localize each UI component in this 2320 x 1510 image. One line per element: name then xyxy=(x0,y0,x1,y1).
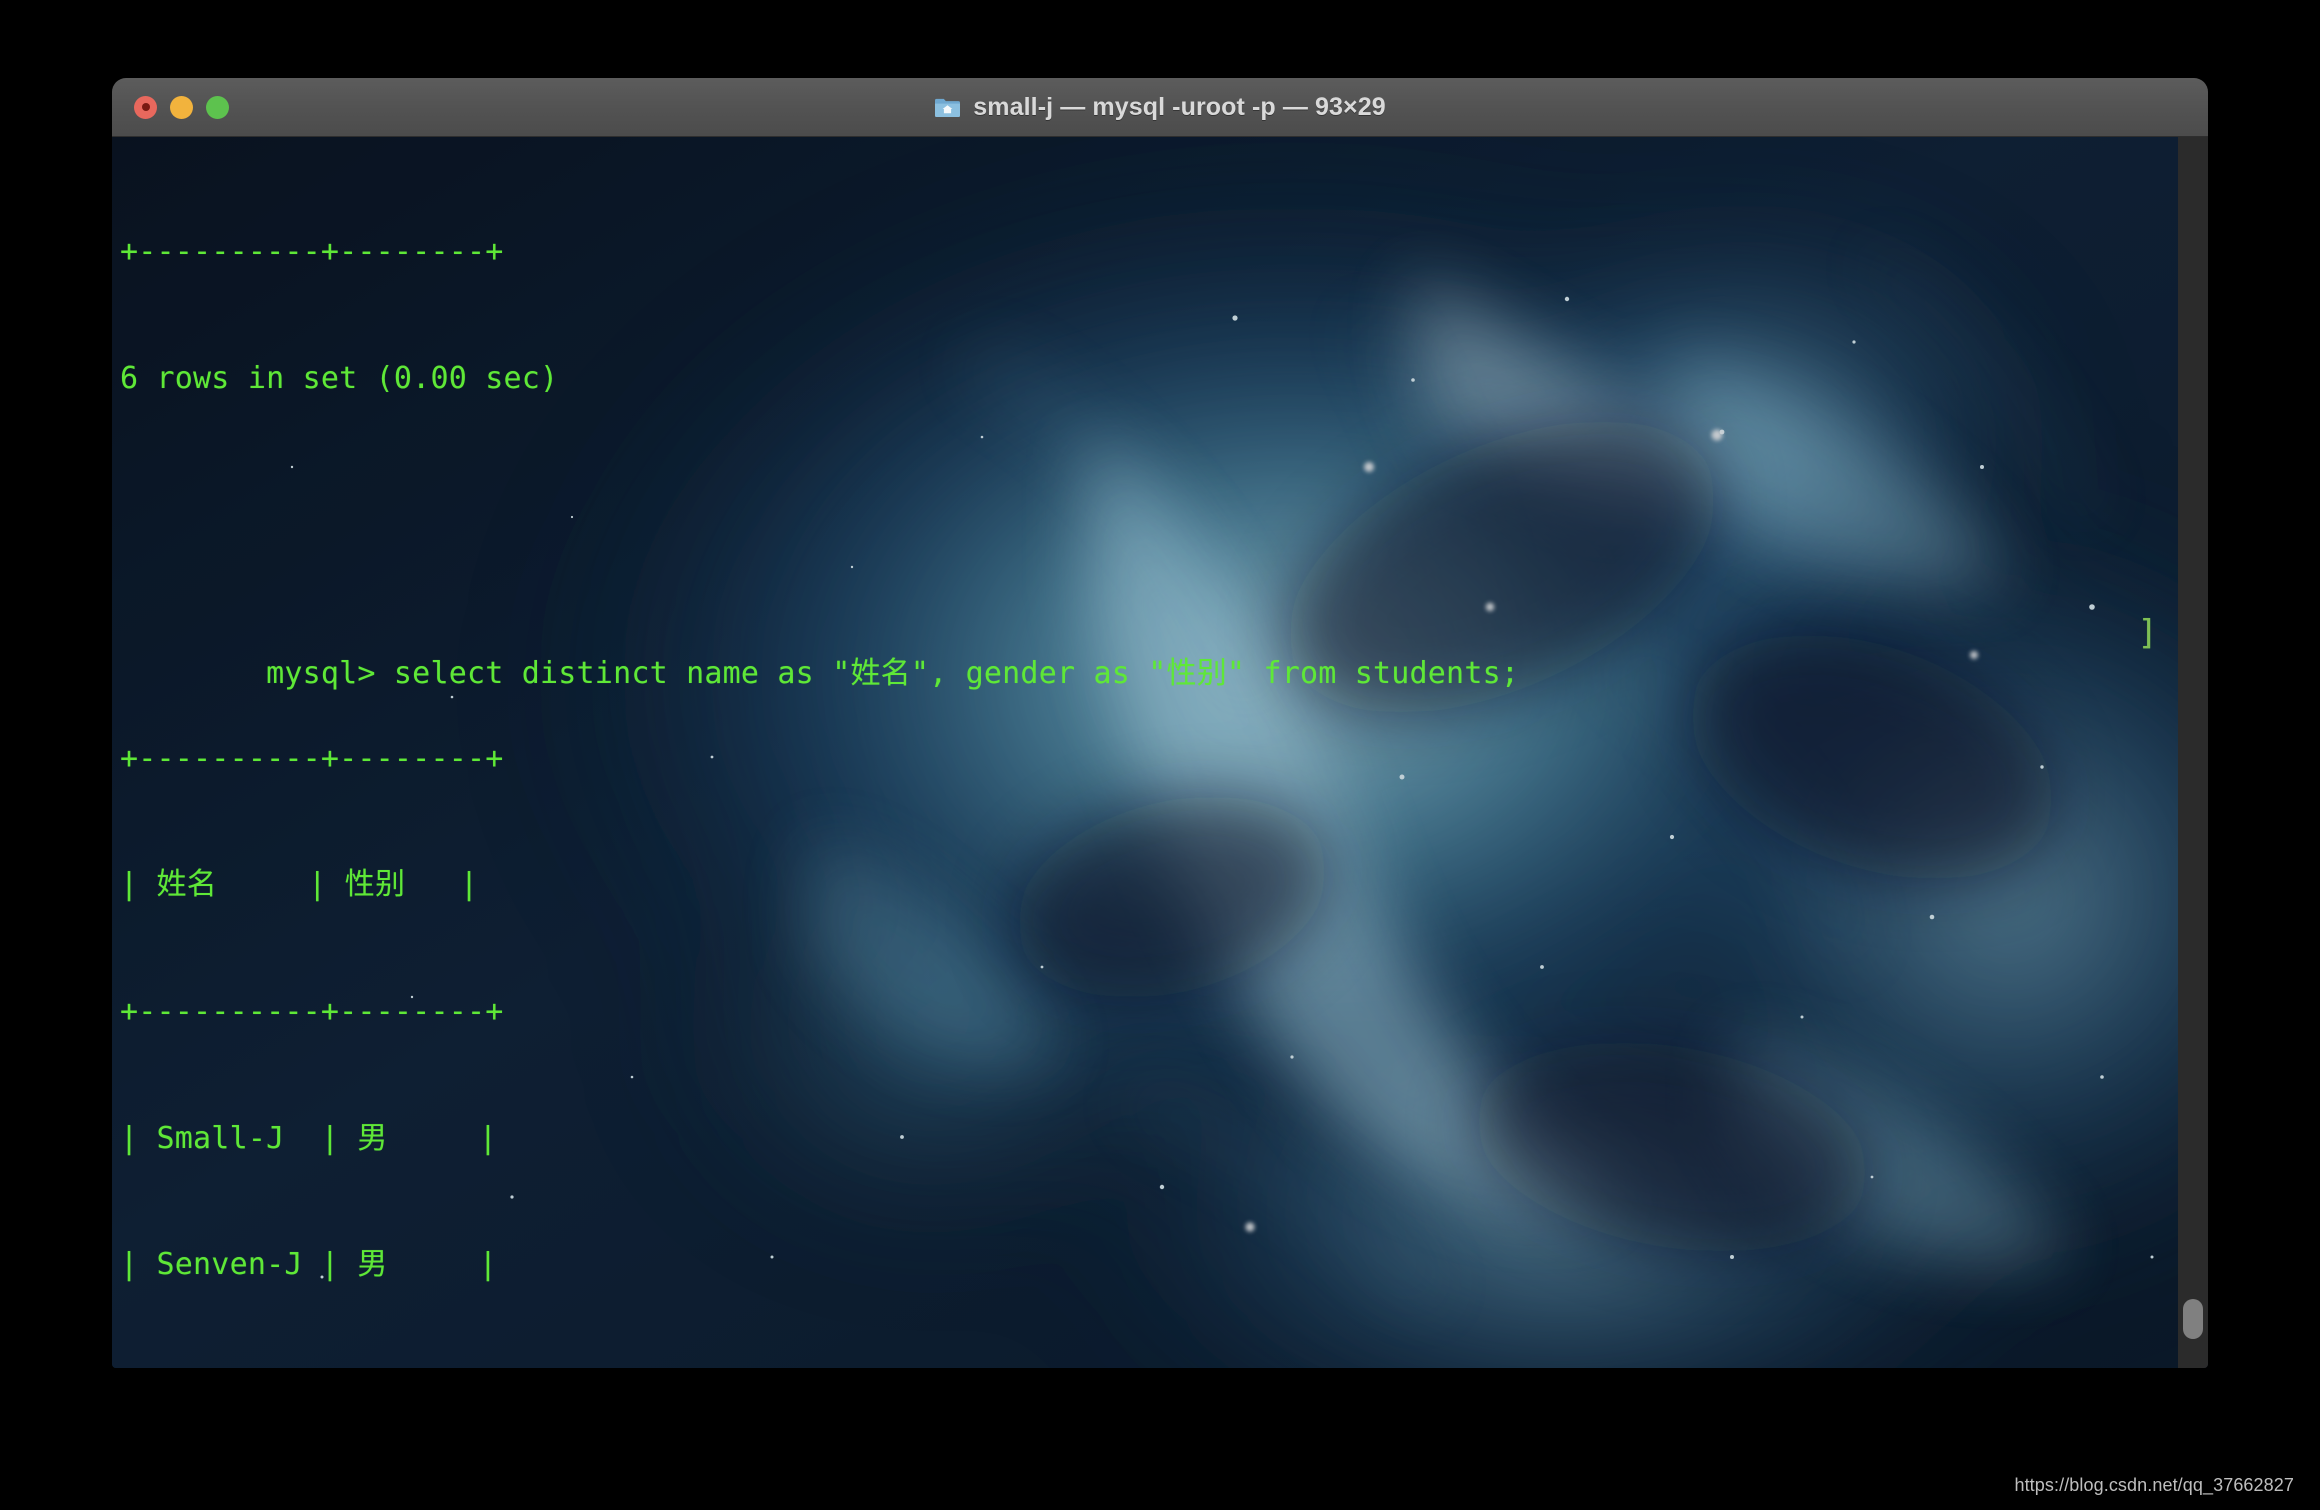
window-title: small-j — mysql -uroot -p — 93×29 xyxy=(934,92,1386,122)
window-titlebar[interactable]: small-j — mysql -uroot -p — 93×29 xyxy=(112,78,2208,137)
terminal-line: | 姓名 | 性别 | xyxy=(120,867,479,903)
maximize-button[interactable] xyxy=(206,95,229,119)
minimize-button[interactable] xyxy=(170,95,193,119)
terminal-window[interactable]: small-j — mysql -uroot -p — 93×29 +-----… xyxy=(112,78,2208,1368)
terminal-prompt-line: mysql> select distinct name as "姓名", gen… xyxy=(120,611,2208,691)
prompt-edge-marker: ] xyxy=(2137,613,2158,654)
terminal-line: +----------+--------+ xyxy=(120,234,504,270)
home-folder-icon xyxy=(935,98,961,117)
terminal-line: 6 rows in set (0.00 sec) xyxy=(120,361,559,396)
scrollbar-thumb[interactable] xyxy=(2183,1299,2203,1339)
terminal-line: | Senven-J | 男 | xyxy=(120,1247,498,1283)
vertical-scrollbar[interactable] xyxy=(2178,137,2208,1368)
terminal-text[interactable]: +----------+--------+ 6 rows in set (0.0… xyxy=(112,137,2208,1368)
terminal-line: +----------+--------+ xyxy=(120,993,504,1029)
terminal-command: mysql> select distinct name as "姓名", gen… xyxy=(266,656,1520,692)
terminal-body[interactable]: +----------+--------+ 6 rows in set (0.0… xyxy=(112,137,2208,1368)
watermark: https://blog.csdn.net/qq_37662827 xyxy=(2014,1475,2294,1495)
window-controls xyxy=(134,78,229,136)
close-button[interactable] xyxy=(134,95,157,119)
terminal-line: | Small-J | 男 | xyxy=(120,1120,498,1156)
window-title-text: small-j — mysql -uroot -p — 93×29 xyxy=(973,92,1386,121)
terminal-line: +----------+--------+ xyxy=(120,740,504,776)
